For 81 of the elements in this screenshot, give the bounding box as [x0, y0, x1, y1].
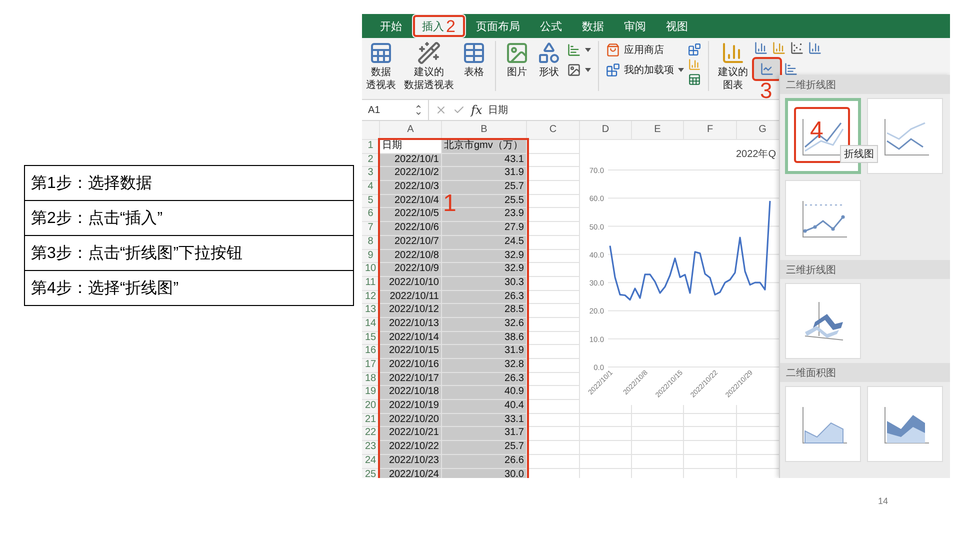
table-cell: 2022/10/12	[380, 304, 442, 318]
table-cell: 40.9	[442, 386, 527, 400]
step-text: 第3步：点击“折线图”下拉按钮	[25, 236, 353, 271]
column-header[interactable]: C	[527, 121, 580, 140]
addins-button[interactable]: 我的加载项	[606, 63, 684, 77]
table-cell: 2022/10/3	[380, 181, 442, 195]
store-button[interactable]: 应用商店	[606, 43, 684, 57]
step-text: 第4步：选择“折线图”	[25, 271, 353, 306]
step-text: 第2步：点击“插入”	[25, 201, 353, 236]
function-label[interactable]: fx	[471, 103, 482, 117]
table-cell: 32.6	[442, 318, 527, 332]
ribbon-tab[interactable]: 审阅	[614, 14, 656, 38]
suggested-pivot-button[interactable]: 建议的 数据透视表	[402, 41, 456, 91]
table-cell: 38.6	[442, 332, 527, 346]
section-title: 二维面积图	[780, 363, 950, 382]
table-cell: 31.7	[442, 427, 527, 442]
ribbon-tab[interactable]: 开始	[370, 14, 412, 38]
table-cell: 32.9	[442, 263, 527, 277]
table-cell: 27.9	[442, 222, 527, 236]
ribbon-tab[interactable]: 视图	[656, 14, 698, 38]
table-cell: 31.9	[442, 167, 527, 182]
table-cell: 2022/10/15	[380, 345, 442, 359]
table-cell: 2022/10/1	[380, 154, 442, 168]
table-cell: 2022/10/20	[380, 414, 442, 428]
step-number: 3	[760, 80, 772, 102]
formula-text: 日期	[488, 104, 508, 117]
table-cell: 2022/10/19	[380, 400, 442, 414]
pivot-table-button[interactable]: 数据 透视表	[364, 41, 398, 91]
table-cell: 北京市gmv（万）	[442, 140, 527, 154]
table-cell: 43.1	[442, 154, 527, 168]
table-cell: 30.3	[442, 276, 527, 291]
section-title: 二维折线图	[780, 75, 950, 94]
name-box[interactable]: A1	[368, 100, 429, 120]
table-cell: 26.3	[442, 372, 527, 386]
section-title: 三维折线图	[780, 260, 950, 279]
table-cell: 2022/10/8	[380, 250, 442, 264]
table-cell: 日期	[380, 140, 442, 154]
ribbon-tab[interactable]: 数据	[572, 14, 614, 38]
suggested-charts-button[interactable]: 建议的 图表	[716, 41, 750, 91]
table-cell: 2022/10/5	[380, 208, 442, 222]
table-cell: 28.5	[442, 304, 527, 318]
table-cell: 32.9	[442, 250, 527, 264]
table-cell: 2022/10/2	[380, 167, 442, 182]
table-cell: 2022/10/9	[380, 263, 442, 277]
table-cell: 26.6	[442, 454, 527, 468]
table-cell: 2022/10/22	[380, 441, 442, 455]
page-number: 14	[878, 496, 888, 506]
table-cell: 2022/10/10	[380, 276, 442, 291]
ribbon-tab[interactable]: 插入 2	[412, 14, 466, 38]
table-cell: 2022/10/7	[380, 236, 442, 250]
table-cell: 2022/10/16	[380, 359, 442, 373]
table-cell: 2022/10/18	[380, 386, 442, 400]
table-cell: 2022/10/11	[380, 290, 442, 304]
table-cell: 33.1	[442, 414, 527, 428]
table-button[interactable]: 表格	[460, 41, 488, 78]
chart-title: 2022年Q	[736, 149, 776, 160]
table-cell: 40.4	[442, 400, 527, 414]
shapes-button[interactable]: 形状	[535, 41, 563, 78]
table-cell: 2022/10/6	[380, 222, 442, 236]
step-text: 第1步：选择数据	[25, 166, 353, 201]
table-cell: 26.3	[442, 290, 527, 304]
table-cell: 24.5	[442, 236, 527, 250]
table-cell: 31.9	[442, 345, 527, 359]
table-cell: 2022/10/23	[380, 454, 442, 468]
table-cell: 32.8	[442, 359, 527, 373]
table-cell: 2022/10/21	[380, 427, 442, 442]
column-header[interactable]: F	[684, 121, 737, 140]
pictures-button[interactable]: 图片	[503, 41, 531, 78]
column-header[interactable]: D	[580, 121, 632, 140]
table-cell: 2022/10/4	[380, 194, 442, 208]
table-cell: 25.7	[442, 181, 527, 195]
step-number: 4	[810, 119, 824, 143]
ribbon-tab[interactable]: 公式	[530, 14, 572, 38]
ribbon-tab[interactable]: 页面布局	[466, 14, 530, 38]
table-cell: 2022/10/17	[380, 372, 442, 386]
tooltip: 折线图	[840, 145, 878, 163]
step-number: 2	[446, 18, 456, 35]
table-cell: 2022/10/13	[380, 318, 442, 332]
column-header[interactable]: E	[632, 121, 684, 140]
table-cell: 2022/10/14	[380, 332, 442, 346]
table-cell: 25.7	[442, 441, 527, 455]
